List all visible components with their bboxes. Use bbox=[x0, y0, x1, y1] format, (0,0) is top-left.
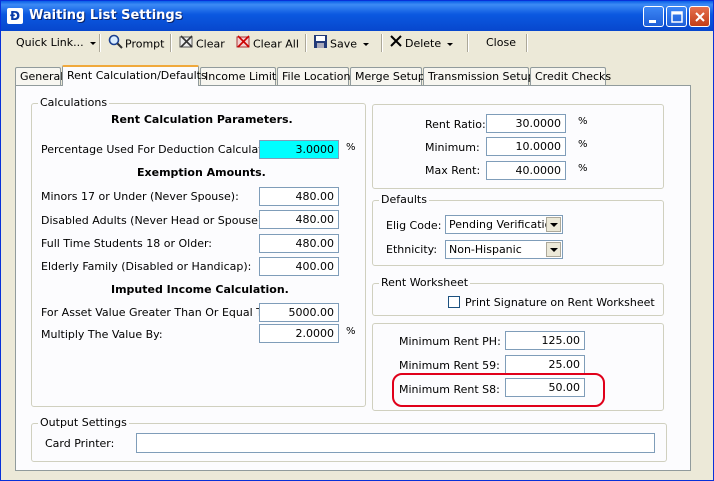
floppy-disk-icon bbox=[313, 34, 328, 55]
close-window-button[interactable] bbox=[689, 6, 710, 27]
prompt-label: Prompt bbox=[125, 37, 165, 51]
pct-deduction-field[interactable]: 3.0000 bbox=[259, 140, 339, 159]
close-button[interactable]: Close bbox=[486, 34, 516, 52]
app-icon: Ð bbox=[7, 8, 23, 24]
asset-value-field[interactable]: 5000.00 bbox=[259, 303, 339, 322]
clear-all-icon bbox=[236, 34, 251, 55]
rent-minimum-field[interactable]: 10.0000 bbox=[486, 137, 566, 156]
output-settings-legend: Output Settings bbox=[38, 416, 129, 429]
window-title: Waiting List Settings bbox=[29, 8, 183, 23]
multiply-unit: % bbox=[346, 326, 356, 337]
prompt-button[interactable]: Prompt bbox=[108, 34, 164, 52]
toolbar-separator bbox=[305, 34, 307, 52]
maximize-button[interactable] bbox=[666, 6, 687, 27]
max-rent-unit: % bbox=[578, 163, 588, 174]
minors-label: Minors 17 or Under (Never Spouse): bbox=[41, 190, 239, 203]
tab-merge-setup[interactable]: Merge Setup bbox=[350, 67, 425, 85]
min-rent-59-field[interactable]: 25.00 bbox=[505, 355, 585, 374]
multiply-label: Multiply The Value By: bbox=[41, 328, 163, 341]
min-rent-ph-field[interactable]: 125.00 bbox=[505, 331, 585, 350]
quick-link-label: Quick Link... bbox=[16, 36, 84, 49]
minors-field[interactable]: 480.00 bbox=[259, 187, 339, 206]
tab-general[interactable]: General bbox=[15, 67, 63, 85]
toolbar-separator bbox=[526, 34, 528, 52]
clear-button[interactable]: Clear bbox=[179, 34, 225, 52]
toolbar-separator bbox=[381, 34, 383, 52]
clear-all-button[interactable]: Clear All bbox=[236, 34, 299, 52]
magnifier-icon bbox=[108, 34, 123, 55]
waiting-list-settings-window: Ð Waiting List Settings Quick Link... Pr… bbox=[0, 0, 714, 481]
tab-income-limits[interactable]: Income Limits bbox=[200, 67, 282, 85]
elig-code-select[interactable]: Pending Verification bbox=[445, 215, 563, 234]
tab-transmission-setup[interactable]: Transmission Setup bbox=[423, 67, 535, 85]
card-printer-label: Card Printer: bbox=[45, 437, 115, 450]
students-field[interactable]: 480.00 bbox=[259, 234, 339, 253]
chevron-down-icon bbox=[89, 41, 96, 45]
min-rent-ph-label: Minimum Rent PH: bbox=[399, 335, 501, 348]
pct-deduction-label: Percentage Used For Deduction Calculatio… bbox=[41, 143, 283, 156]
elig-code-label: Elig Code: bbox=[386, 219, 442, 232]
max-rent-field[interactable]: 40.0000 bbox=[486, 161, 566, 180]
asset-value-label: For Asset Value Greater Than Or Equal To… bbox=[41, 306, 272, 319]
disabled-adults-field[interactable]: 480.00 bbox=[259, 210, 339, 229]
save-button[interactable]: Save bbox=[313, 34, 370, 55]
elig-code-value: Pending Verification bbox=[449, 218, 559, 231]
ethnicity-select[interactable]: Non-Hispanic bbox=[445, 240, 563, 259]
ethnicity-value: Non-Hispanic bbox=[449, 243, 522, 256]
disabled-adults-label: Disabled Adults (Never Head or Spouse): bbox=[41, 214, 266, 227]
toolbar: Quick Link... Prompt Clear Clear All Sav… bbox=[4, 31, 710, 55]
card-printer-field[interactable] bbox=[136, 433, 655, 453]
delete-button[interactable]: Delete bbox=[389, 34, 454, 54]
rent-ratio-unit: % bbox=[578, 116, 588, 127]
chevron-down-icon bbox=[447, 42, 454, 46]
students-label: Full Time Students 18 or Older: bbox=[41, 237, 212, 250]
clear-label: Clear bbox=[196, 37, 225, 51]
tab-rent-calculation-defaults[interactable]: Rent Calculation/Defaults bbox=[62, 65, 207, 86]
calculations-legend: Calculations bbox=[38, 96, 110, 109]
save-label: Save bbox=[330, 37, 358, 51]
toolbar-separator bbox=[170, 34, 172, 52]
exemption-header: Exemption Amounts. bbox=[137, 166, 266, 179]
quick-link-button[interactable]: Quick Link... bbox=[16, 34, 96, 52]
chevron-down-icon bbox=[546, 217, 561, 232]
print-signature-label: Print Signature on Rent Worksheet bbox=[465, 296, 655, 309]
elderly-label: Elderly Family (Disabled or Handicap): bbox=[41, 260, 252, 273]
rent-ratio-label: Rent Ratio: bbox=[425, 118, 486, 131]
clear-grid-icon bbox=[179, 34, 194, 55]
toolbar-separator bbox=[99, 34, 101, 52]
defaults-legend: Defaults bbox=[379, 193, 429, 206]
delete-x-icon bbox=[389, 34, 403, 54]
imputed-header: Imputed Income Calculation. bbox=[111, 283, 289, 296]
tab-credit-checks[interactable]: Credit Checks bbox=[530, 67, 611, 85]
rent-worksheet-legend: Rent Worksheet bbox=[379, 276, 471, 289]
print-signature-checkbox[interactable] bbox=[448, 296, 460, 308]
toolbar-separator bbox=[467, 34, 469, 52]
chevron-down-icon bbox=[546, 242, 561, 257]
pct-deduction-unit: % bbox=[346, 142, 356, 153]
rent-params-header: Rent Calculation Parameters. bbox=[111, 113, 293, 126]
clear-all-label: Clear All bbox=[253, 37, 299, 51]
title-bar: Ð Waiting List Settings bbox=[1, 1, 713, 31]
rent-minimum-label: Minimum: bbox=[425, 141, 480, 154]
delete-label: Delete bbox=[405, 37, 442, 50]
elderly-field[interactable]: 400.00 bbox=[259, 257, 339, 276]
max-rent-label: Max Rent: bbox=[425, 164, 481, 177]
highlight-annotation bbox=[392, 373, 605, 407]
rent-ratio-field[interactable]: 30.0000 bbox=[486, 114, 566, 133]
minimize-button[interactable] bbox=[643, 6, 664, 27]
rent-minimum-unit: % bbox=[578, 139, 588, 150]
multiply-field[interactable]: 2.0000 bbox=[259, 324, 339, 343]
ethnicity-label: Ethnicity: bbox=[386, 243, 438, 256]
min-rent-59-label: Minimum Rent 59: bbox=[399, 359, 500, 372]
tab-file-locations[interactable]: File Locations bbox=[277, 67, 356, 85]
chevron-down-icon bbox=[363, 43, 370, 46]
